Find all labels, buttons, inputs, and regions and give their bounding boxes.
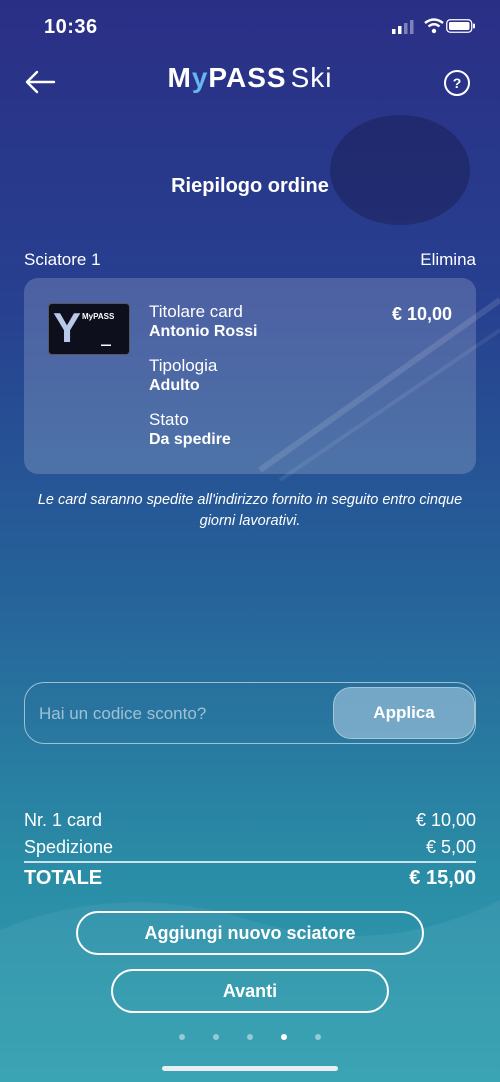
skier-label: Sciatore 1 xyxy=(24,250,101,269)
skier-card-summary: Y MyPASS ▬▬ Titolare card Antonio Rossi … xyxy=(24,278,476,474)
card-fields: Titolare card Antonio Rossi Tipologia Ad… xyxy=(149,302,257,464)
delete-skier-link[interactable]: Elimina xyxy=(420,250,476,270)
field-value: Antonio Rossi xyxy=(149,323,258,340)
page-dot xyxy=(281,1034,287,1040)
help-icon[interactable]: ? xyxy=(444,70,470,96)
next-button[interactable]: Avanti xyxy=(111,969,389,1013)
field-key: Titolare card xyxy=(149,302,243,321)
status-bar: 10:36 xyxy=(0,0,500,54)
cellular-signal-icon xyxy=(392,20,414,34)
field-status: Stato Da spedire xyxy=(149,410,257,450)
page-indicator xyxy=(0,1027,500,1045)
summary-row-cards: Nr. 1 card € 10,00 xyxy=(24,810,476,831)
total-label: TOTALE xyxy=(24,867,103,889)
ski-card-image: Y MyPASS ▬▬ xyxy=(48,303,130,355)
add-skier-button[interactable]: Aggiungi nuovo sciatore xyxy=(76,911,424,955)
page-dot xyxy=(213,1034,219,1040)
summary-total: TOTALE € 15,00 xyxy=(24,867,476,890)
page-dot xyxy=(247,1034,253,1040)
shipping-note: Le card saranno spedite all'indirizzo fo… xyxy=(37,492,463,529)
summary-value: € 10,00 xyxy=(415,810,476,830)
wifi-icon xyxy=(424,18,444,34)
status-time: 10:36 xyxy=(44,16,98,38)
top-navigation: MyPASS Ski ? xyxy=(0,60,500,106)
field-key: Stato xyxy=(149,410,189,429)
page-title: Riepilogo ordine xyxy=(171,175,329,197)
summary-value: € 5,00 xyxy=(425,837,476,857)
apply-discount-button[interactable]: Applica xyxy=(333,687,475,739)
logo-suffix: Ski xyxy=(290,62,333,93)
field-type: Tipologia Adulto xyxy=(149,356,257,396)
summary-row-shipping: Spedizione € 5,00 xyxy=(24,837,476,858)
field-holder: Titolare card Antonio Rossi xyxy=(149,302,257,342)
discount-code-box: Applica xyxy=(24,682,476,745)
summary-divider xyxy=(24,861,476,863)
card-price: € 10,00 xyxy=(391,304,452,324)
field-value: Da spedire xyxy=(149,431,231,448)
app-logo: MyPASS Ski xyxy=(0,62,500,94)
field-key: Tipologia xyxy=(149,356,218,375)
home-indicator xyxy=(162,1066,338,1071)
summary-label: Spedizione xyxy=(24,837,114,857)
battery-icon xyxy=(446,19,475,33)
page-dot xyxy=(315,1034,321,1040)
page-dot xyxy=(179,1034,185,1040)
summary-label: Nr. 1 card xyxy=(24,810,103,830)
discount-code-input[interactable] xyxy=(37,683,331,745)
total-value: € 15,00 xyxy=(409,867,476,889)
field-value: Adulto xyxy=(149,377,200,394)
logo-brand: MyPASS xyxy=(167,62,287,93)
